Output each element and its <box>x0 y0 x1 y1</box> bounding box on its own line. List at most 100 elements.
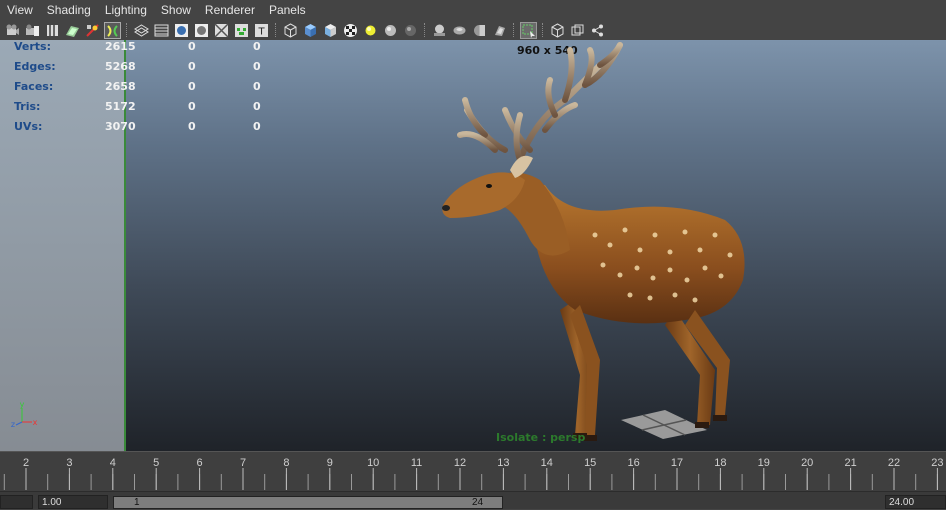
sphere-dark-icon[interactable] <box>402 22 419 39</box>
stat-value: 5268 <box>105 60 136 73</box>
panel-toolbar: T <box>0 20 946 40</box>
image-plane-icon[interactable] <box>64 22 81 39</box>
timeline-frame-label: 19 <box>758 457 770 469</box>
two-panes-icon[interactable] <box>569 22 586 39</box>
timeline-frame-label: 14 <box>541 457 553 469</box>
timeline-frame-label: 8 <box>283 457 289 469</box>
stat-label: Edges: <box>14 60 56 73</box>
stat-value: 0 <box>188 60 196 73</box>
timeline-frame-label: 16 <box>627 457 639 469</box>
timeline-frame-label: 11 <box>411 457 422 469</box>
stat-value: 0 <box>253 100 261 113</box>
deer-model[interactable] <box>425 40 765 451</box>
timeline-frame-label: 17 <box>671 457 683 469</box>
range-slider[interactable]: 1 24 <box>113 496 503 509</box>
timeline-frame-label: 10 <box>367 457 379 469</box>
timeline-frame-label: 4 <box>110 457 116 469</box>
cube-textured-icon[interactable] <box>322 22 339 39</box>
menu-show[interactable]: Show <box>154 0 198 20</box>
stat-row-edges: Edges: 5268 0 0 <box>14 60 274 80</box>
default-material-icon[interactable] <box>213 22 230 39</box>
stat-value: 5172 <box>105 100 136 113</box>
wireframe-icon[interactable] <box>133 22 150 39</box>
camera-attributes-icon[interactable] <box>24 22 41 39</box>
cube-outline-icon[interactable] <box>549 22 566 39</box>
view-axis-indicator: y x z <box>11 400 38 429</box>
timeline-frame-label: 13 <box>497 457 509 469</box>
point-light-icon[interactable] <box>471 22 488 39</box>
stat-value: 0 <box>253 120 261 133</box>
timeline-frame-label: 21 <box>844 457 856 469</box>
timeline-frame-label: 18 <box>714 457 726 469</box>
stat-row-tris: Tris: 5172 0 0 <box>14 100 274 120</box>
timeline-frame-label: 12 <box>454 457 466 469</box>
checker-icon[interactable] <box>342 22 359 39</box>
stat-value: 0 <box>188 100 196 113</box>
toolbar-separator <box>424 23 427 37</box>
film-gate-icon[interactable] <box>104 21 121 39</box>
menu-shading[interactable]: Shading <box>40 0 98 20</box>
axis-x-label: x <box>33 418 38 427</box>
deer-hoof <box>713 415 727 421</box>
timeline-frame-label: 15 <box>584 457 596 469</box>
range-slider-start: 1 <box>134 497 140 508</box>
stat-value: 0 <box>253 80 261 93</box>
timeline-frame-label: 5 <box>153 457 159 469</box>
timeline-frame-label: 9 <box>327 457 333 469</box>
antlers <box>457 42 623 163</box>
stat-label: Verts: <box>14 40 52 53</box>
time-slider[interactable]: 2 3 4 5 6 7 8 9 10 11 12 13 14 15 16 17 18 19 20 21 22 23 <box>0 451 946 492</box>
textured-icon[interactable] <box>233 22 250 39</box>
light-bulb-icon[interactable] <box>362 22 379 39</box>
menu-lighting[interactable]: Lighting <box>98 0 154 20</box>
stat-value: 2658 <box>105 80 136 93</box>
isolate-select-icon[interactable] <box>520 21 537 39</box>
axis-y-label: y <box>20 400 25 409</box>
stat-row-faces: Faces: 2658 0 0 <box>14 80 274 100</box>
stat-value: 0 <box>188 120 196 133</box>
sphere-grey-icon[interactable] <box>382 22 399 39</box>
range-slider-end: 24 <box>472 497 484 508</box>
ground-plane <box>621 410 707 439</box>
xray-icon[interactable]: T <box>253 22 270 39</box>
timeline-frame-label: 7 <box>240 457 246 469</box>
timeline-frame-label: 3 <box>66 457 72 469</box>
playback-start-field[interactable]: 1.00 <box>38 495 108 509</box>
cube-wire-icon[interactable] <box>282 22 299 39</box>
stat-label: Faces: <box>14 80 54 93</box>
animation-start-field[interactable] <box>0 495 33 509</box>
perspective-viewport[interactable]: Verts: 2615 0 0 Edges: 5268 0 0 Faces: 2… <box>0 40 946 451</box>
time-slider-ruler[interactable]: 2 3 4 5 6 7 8 9 10 11 12 13 14 15 16 17 18 19 20 21 22 23 <box>0 452 946 492</box>
panel-menu-bar: View Shading Lighting Show Renderer Pane… <box>0 0 946 20</box>
stat-value: 3070 <box>105 120 136 133</box>
camera-icon[interactable] <box>4 22 21 39</box>
stat-row-uvs: UVs: 3070 0 0 <box>14 120 274 140</box>
flat-light-icon[interactable] <box>431 22 448 39</box>
smooth-shade-icon[interactable] <box>153 22 170 39</box>
isolate-status-label: Isolate : persp <box>496 431 586 444</box>
toolbar-separator <box>542 23 545 37</box>
bounding-box-icon[interactable] <box>193 22 210 39</box>
stat-value: 0 <box>188 40 196 53</box>
flat-shade-icon[interactable] <box>173 22 190 39</box>
grid-snap-icon[interactable] <box>84 22 101 39</box>
stat-label: UVs: <box>14 120 43 133</box>
bookmark-icon[interactable] <box>44 22 61 39</box>
timeline-frame-label: 23 <box>931 457 943 469</box>
ambient-light-icon[interactable] <box>451 22 468 39</box>
cube-shaded-icon[interactable] <box>302 22 319 39</box>
menu-panels[interactable]: Panels <box>262 0 313 20</box>
spot-light-icon[interactable] <box>491 22 508 39</box>
menu-view[interactable]: View <box>0 0 40 20</box>
range-slider-bar: 1.00 1 24 24.00 <box>0 491 946 509</box>
timeline-frame-label: 6 <box>197 457 203 469</box>
deer-eye <box>486 184 492 188</box>
timeline-frame-label: 20 <box>801 457 813 469</box>
share-icon[interactable] <box>589 22 606 39</box>
timeline-frame-label: 22 <box>888 457 900 469</box>
menu-renderer[interactable]: Renderer <box>198 0 262 20</box>
deer-nose <box>442 205 450 211</box>
stat-label: Tris: <box>14 100 41 113</box>
playback-end-field[interactable]: 24.00 <box>885 495 946 509</box>
svg-text:T: T <box>257 26 265 37</box>
